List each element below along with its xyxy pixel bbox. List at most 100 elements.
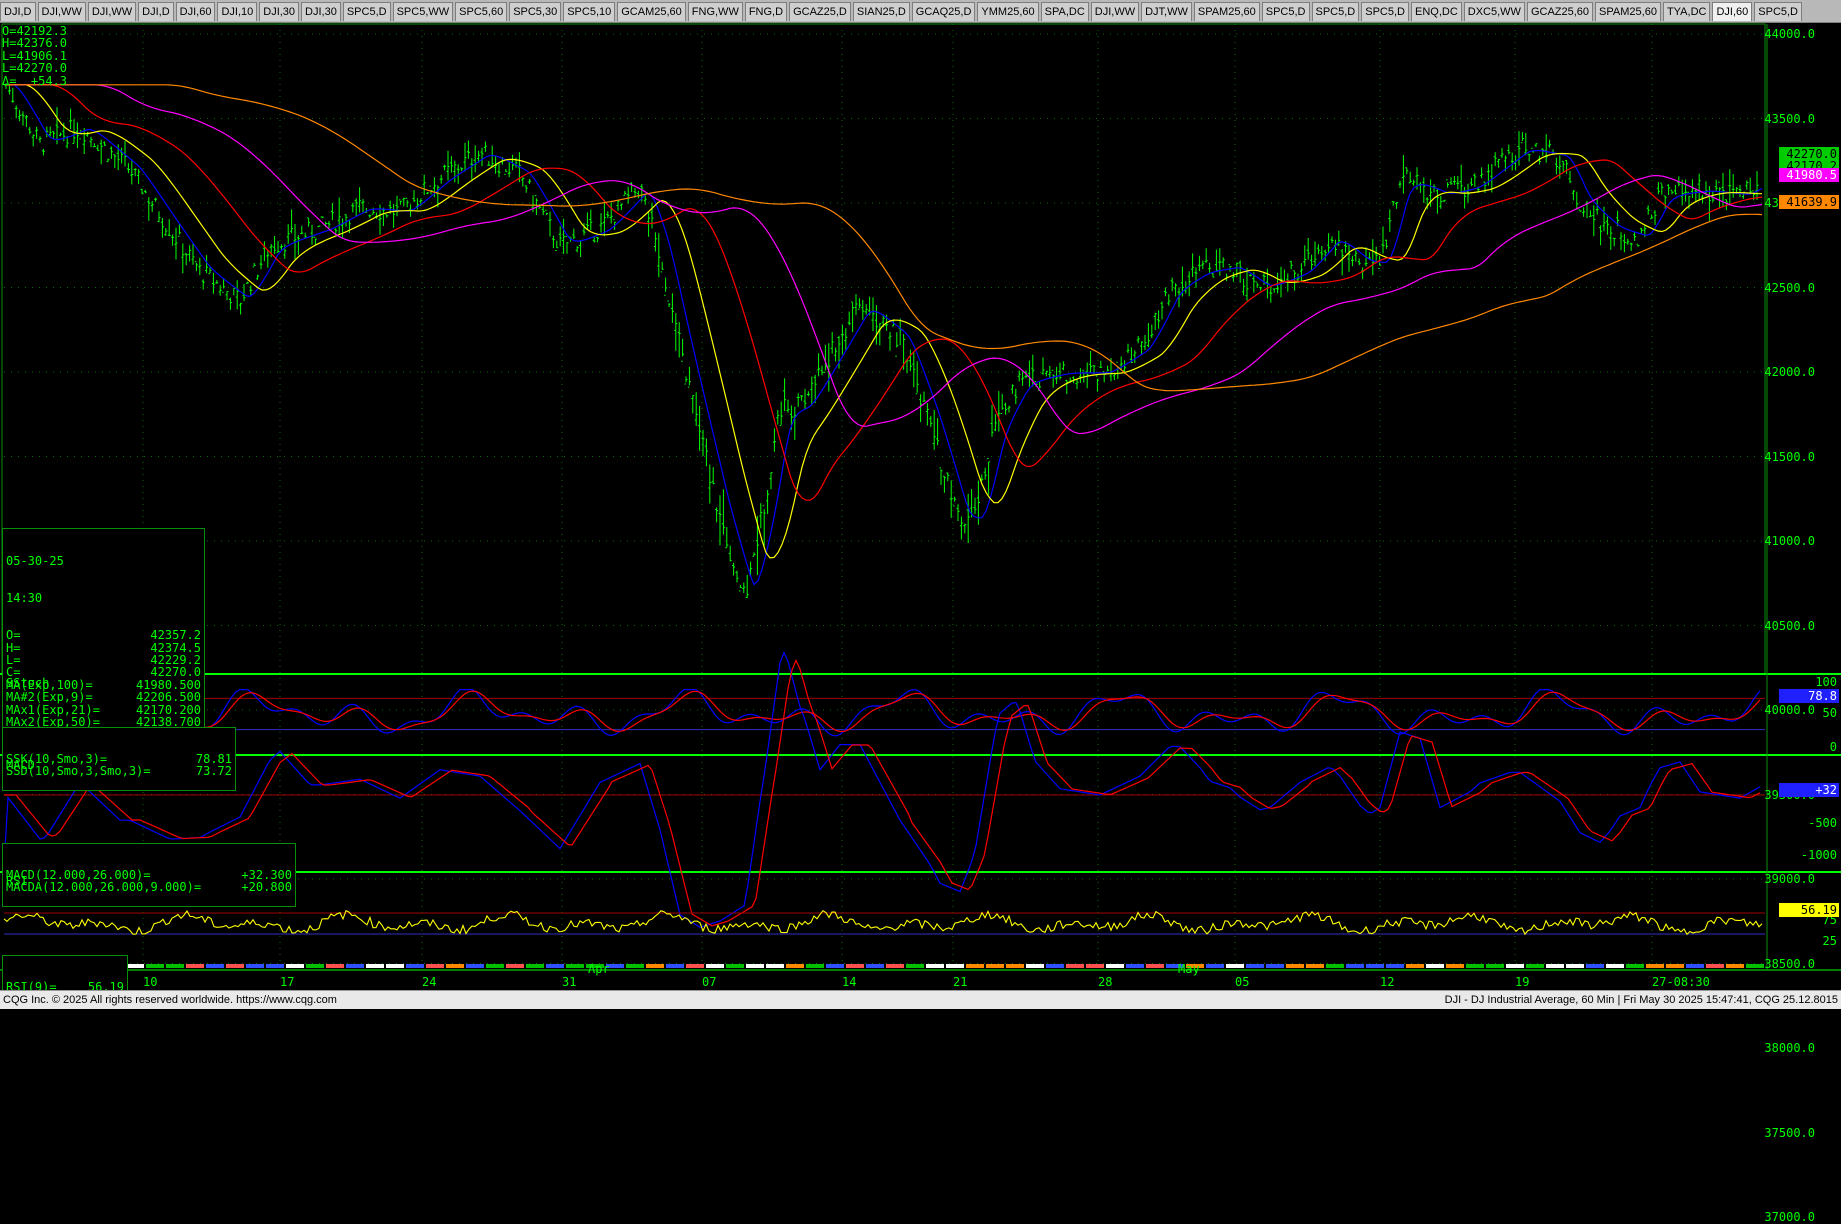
chart-tab[interactable]: DJI,30 bbox=[301, 2, 341, 21]
session-strip bbox=[386, 964, 404, 968]
price-axis-label: 41500.0 bbox=[1764, 449, 1815, 464]
chart-tab[interactable]: SIAN25,D bbox=[852, 2, 910, 21]
price-axis-label: 43500.0 bbox=[1764, 111, 1815, 126]
chart-tab[interactable]: SPC5,30 bbox=[509, 2, 562, 21]
chart-tab[interactable]: GCAM25,60 bbox=[617, 2, 686, 21]
session-strip bbox=[1726, 964, 1744, 968]
session-strip bbox=[626, 964, 644, 968]
time-axis-label: May bbox=[1178, 962, 1200, 976]
chart-tab[interactable]: GCAZ25,D bbox=[789, 2, 851, 21]
chart-tab[interactable]: SPC5,D bbox=[342, 2, 391, 21]
ssk-line bbox=[3, 689, 1761, 737]
chart-tab[interactable]: DXC5,WW bbox=[1463, 2, 1525, 21]
price-axis-label: 39000.0 bbox=[1764, 872, 1815, 886]
rsi-value-tag: 56.19 bbox=[1779, 903, 1839, 917]
session-strip bbox=[546, 964, 564, 968]
value-number: 42270.0 bbox=[150, 665, 201, 680]
session-strip bbox=[1586, 964, 1604, 968]
chart-tab[interactable]: FNG,WW bbox=[687, 2, 743, 21]
chart-tab[interactable]: DJI,WW bbox=[1090, 2, 1140, 21]
chart-tab[interactable]: ENQ,DC bbox=[1411, 2, 1462, 21]
macd-axis-label: -500 bbox=[1808, 816, 1837, 830]
session-strip bbox=[726, 964, 744, 968]
chart-tab[interactable]: SPA,DC bbox=[1040, 2, 1089, 21]
macd-axis-label: -1000 bbox=[1800, 848, 1837, 862]
price-axis-label: 38000.0 bbox=[1764, 1041, 1815, 1055]
session-strip bbox=[1266, 964, 1284, 968]
value-number: 42357.2 bbox=[150, 628, 201, 643]
ma100-line bbox=[6, 84, 1763, 435]
price-bars bbox=[4, 83, 1759, 599]
chart-tab[interactable]: DJI,60 bbox=[175, 2, 216, 21]
session-strip bbox=[1106, 964, 1124, 968]
chart-tab[interactable]: SPC5,D bbox=[1261, 2, 1310, 21]
chart-tab[interactable]: SPAM25,60 bbox=[1193, 2, 1260, 21]
session-strip bbox=[1746, 964, 1764, 968]
chart-tab[interactable]: DJT,WW bbox=[1141, 2, 1192, 21]
macd-title: MACD bbox=[6, 758, 35, 772]
time-axis-label: 27-08:30 bbox=[1652, 975, 1710, 989]
chart-tab[interactable]: GCAQ25,D bbox=[911, 2, 976, 21]
chart-tab[interactable]: SPAM25,60 bbox=[1595, 2, 1661, 21]
chart-tab[interactable]: SPC5,D bbox=[1361, 2, 1409, 21]
session-strip bbox=[1446, 964, 1464, 968]
session-strip bbox=[986, 964, 1004, 968]
value-row: MA#2(Exp,9)= 42206.500 bbox=[6, 691, 201, 704]
ohlc-header: O=42192.3 H=42376.0 L=41906.1 L=42270.0 Δ= +… bbox=[2, 25, 67, 87]
session-strip bbox=[126, 964, 144, 968]
price-tag: 41980.5 bbox=[1779, 168, 1839, 182]
macd-value-tag: +32 bbox=[1779, 783, 1839, 797]
chart-tab[interactable]: DJI,D bbox=[0, 2, 36, 21]
chart-tab[interactable]: SPC5,10 bbox=[563, 2, 616, 21]
session-strip bbox=[806, 964, 824, 968]
value-row: O= 42357.2 bbox=[6, 628, 201, 643]
session-strip bbox=[766, 964, 784, 968]
session-strip bbox=[1666, 964, 1684, 968]
session-strip bbox=[366, 964, 384, 968]
session-strip bbox=[966, 964, 984, 968]
value-number: 73.72 bbox=[195, 764, 232, 779]
ohlc-line: H=42376.0 bbox=[2, 36, 68, 51]
session-strip bbox=[1226, 964, 1244, 968]
chart-tab[interactable]: SPC5,D bbox=[1311, 2, 1360, 21]
ma200-line bbox=[6, 84, 1763, 392]
chart-tab[interactable]: SPC5,WW bbox=[392, 2, 454, 21]
time-axis-label: 05 bbox=[1235, 975, 1250, 989]
chart-tab[interactable]: SPC5,D bbox=[1754, 2, 1803, 21]
session-strip bbox=[1406, 964, 1424, 968]
chart-tab[interactable]: DJI,D bbox=[138, 2, 174, 21]
chart-tab[interactable]: DJI,10 bbox=[217, 2, 258, 21]
session-strip bbox=[466, 964, 484, 968]
price-axis-label: 40000.0 bbox=[1764, 703, 1815, 717]
session-strip bbox=[1286, 964, 1304, 968]
time-axis-label: 14 bbox=[842, 975, 857, 989]
time-axis-label: 28 bbox=[1098, 975, 1113, 989]
session-strip bbox=[1546, 964, 1564, 968]
chart-tab[interactable]: TYA,DC bbox=[1662, 2, 1711, 21]
session-strip bbox=[1306, 964, 1324, 968]
chart-tab[interactable]: GCAZ25,60 bbox=[1526, 2, 1594, 21]
session-strip bbox=[486, 964, 504, 968]
chart-tab[interactable]: DJI,60 bbox=[1712, 2, 1753, 21]
chart-tab[interactable]: DJI,WW bbox=[87, 2, 137, 21]
chart-tab[interactable]: YMM25,60 bbox=[977, 2, 1039, 21]
rsi-title: RSI bbox=[6, 874, 28, 888]
value-label: MACDA(12.000,26.000,9.000)= bbox=[6, 880, 202, 895]
session-strip bbox=[746, 964, 764, 968]
chart-tab[interactable]: SPC5,60 bbox=[455, 2, 508, 21]
price-tag: 41639.9 bbox=[1779, 195, 1839, 209]
session-strip bbox=[1206, 964, 1224, 968]
chart-tab[interactable]: DJI,30 bbox=[259, 2, 300, 21]
time-axis-label: Apr bbox=[588, 962, 610, 976]
time-axis-label: 17 bbox=[280, 975, 295, 989]
chart-tab[interactable]: DJI,WW bbox=[37, 2, 86, 21]
session-strip bbox=[566, 964, 584, 968]
session-strip bbox=[1466, 964, 1484, 968]
price-axis-label: 37500.0 bbox=[1764, 1125, 1815, 1140]
session-strip bbox=[866, 964, 884, 968]
time-axis-label: 21 bbox=[953, 975, 968, 989]
session-strip bbox=[1526, 964, 1544, 968]
session-strip bbox=[1066, 964, 1084, 968]
chart-tab[interactable]: FNG,D bbox=[744, 2, 788, 21]
rsi-line bbox=[3, 909, 1763, 936]
